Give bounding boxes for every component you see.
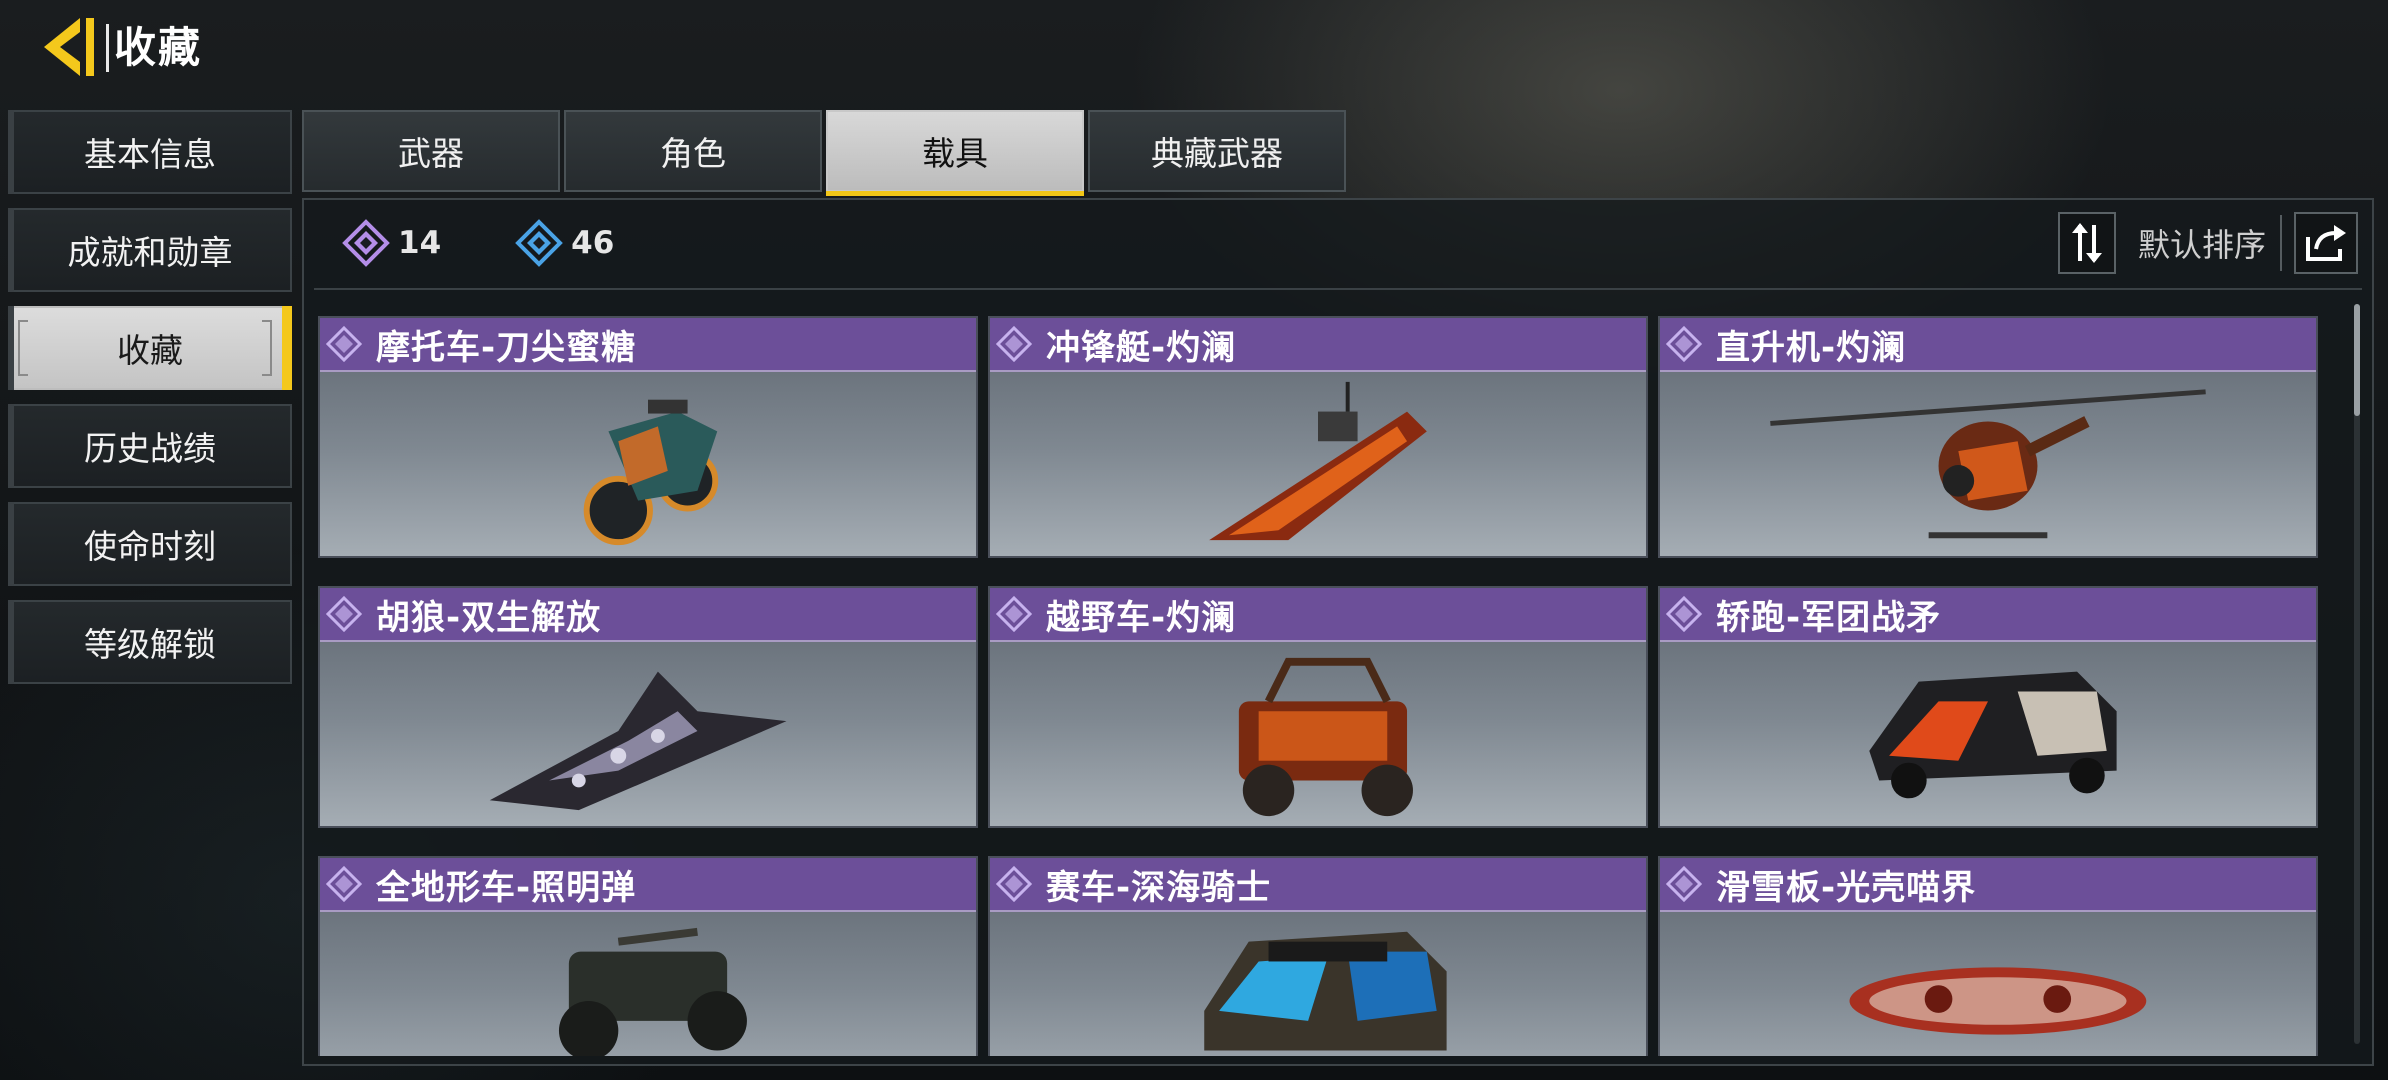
- back-arrow-icon: [44, 18, 94, 76]
- rarity-diamond-icon: [326, 596, 362, 632]
- sports-car-icon: [1660, 642, 2316, 826]
- sidebar-item-label: 成就和勋章: [67, 233, 233, 272]
- sidebar-item-basic-info[interactable]: 基本信息: [8, 110, 292, 194]
- sidebar-item-label: 等级解锁: [84, 625, 216, 664]
- tab-label: 载具: [922, 134, 988, 173]
- share-button[interactable]: [2294, 212, 2358, 274]
- rarity-diamond-icon: [1666, 326, 1702, 362]
- purple-diamond-icon: [342, 219, 390, 267]
- rarity-diamond-icon: [1666, 596, 1702, 632]
- sort-toggle-button[interactable]: [2057, 212, 2116, 274]
- blue-count-value: 46: [571, 225, 615, 261]
- blue-rarity-count: 46: [515, 219, 614, 267]
- selection-bracket-left: [18, 320, 28, 376]
- vehicle-card[interactable]: 轿跑-军团战矛: [1658, 586, 2318, 828]
- vehicle-name: 冲锋艇-灼澜: [1046, 327, 1237, 368]
- vehicle-name: 全地形车-照明弹: [376, 867, 637, 908]
- vehicle-name: 胡狼-双生解放: [376, 597, 602, 638]
- rarity-diamond-icon: [996, 866, 1032, 902]
- card-header: 全地形车-照明弹: [320, 858, 976, 912]
- rarity-diamond-icon: [996, 326, 1032, 362]
- selection-bracket-right: [262, 320, 272, 376]
- share-icon: [2306, 225, 2346, 261]
- atv-icon: [320, 912, 976, 1056]
- helicopter-icon: [1660, 372, 2316, 556]
- tab-vehicles[interactable]: 载具: [826, 110, 1084, 196]
- sidebar-item-level-unlocks[interactable]: 等级解锁: [8, 600, 292, 684]
- sidebar-item-collection[interactable]: 收藏: [8, 306, 292, 390]
- rally-car-icon: [990, 912, 1646, 1056]
- sidebar: 基本信息 成就和勋章 收藏 历史战绩 使命时刻 等级解锁: [8, 110, 292, 698]
- tab-weapons[interactable]: 武器: [302, 110, 560, 192]
- blue-diamond-icon: [515, 219, 563, 267]
- vehicle-card[interactable]: 赛车-深海骑士: [988, 856, 1648, 1056]
- vehicle-name: 赛车-深海骑士: [1046, 867, 1272, 908]
- scrollbar-thumb[interactable]: [2354, 304, 2360, 416]
- tab-legendary-weapons[interactable]: 典藏武器: [1088, 110, 1346, 192]
- card-header: 直升机-灼澜: [1660, 318, 2316, 372]
- card-header: 越野车-灼澜: [990, 588, 1646, 642]
- tab-label: 典藏武器: [1151, 134, 1283, 173]
- sidebar-item-mission-moments[interactable]: 使命时刻: [8, 502, 292, 586]
- card-header: 胡狼-双生解放: [320, 588, 976, 642]
- page-title: 收藏: [114, 23, 203, 72]
- card-header: 滑雪板-光壳喵界: [1660, 858, 2316, 912]
- sidebar-item-achievements[interactable]: 成就和勋章: [8, 208, 292, 292]
- vehicle-grid: 摩托车-刀尖蜜糖 冲锋艇-灼澜 直升机-灼澜 胡狼-双生解放 越野车-灼澜 轿跑…: [318, 316, 2338, 1056]
- vehicle-card[interactable]: 摩托车-刀尖蜜糖: [318, 316, 978, 558]
- card-header: 摩托车-刀尖蜜糖: [320, 318, 976, 372]
- vehicle-card[interactable]: 冲锋艇-灼澜: [988, 316, 1648, 558]
- motorcycle-icon: [320, 372, 976, 556]
- vehicle-card[interactable]: 越野车-灼澜: [988, 586, 1648, 828]
- sort-controls: 默认排序: [2057, 210, 2358, 276]
- rarity-diamond-icon: [326, 866, 362, 902]
- snowboard-icon: [1660, 912, 2316, 1056]
- purple-rarity-count: 14: [342, 219, 441, 267]
- vehicle-card[interactable]: 全地形车-照明弹: [318, 856, 978, 1056]
- vehicle-card[interactable]: 滑雪板-光壳喵界: [1658, 856, 2318, 1056]
- sidebar-item-match-history[interactable]: 历史战绩: [8, 404, 292, 488]
- title-divider: [106, 24, 109, 72]
- vehicle-name: 摩托车-刀尖蜜糖: [376, 327, 637, 368]
- tab-label: 武器: [398, 134, 464, 173]
- vehicle-name: 轿跑-军团战矛: [1716, 597, 1942, 638]
- tab-characters[interactable]: 角色: [564, 110, 822, 192]
- sidebar-item-label: 历史战绩: [84, 429, 216, 468]
- speedboat-icon: [990, 372, 1646, 556]
- collection-panel: 14 46 默认排序 摩托车-刀尖蜜糖 冲锋艇-灼澜 直升机-灼澜 胡狼-双生解…: [302, 198, 2374, 1066]
- vehicle-name: 直升机-灼澜: [1716, 327, 1907, 368]
- vehicle-name: 越野车-灼澜: [1046, 597, 1237, 638]
- tab-label: 角色: [660, 134, 726, 173]
- sort-label[interactable]: 默认排序: [2138, 220, 2266, 266]
- card-header: 冲锋艇-灼澜: [990, 318, 1646, 372]
- rarity-stats: 14 46: [342, 219, 688, 267]
- vehicle-card[interactable]: 胡狼-双生解放: [318, 586, 978, 828]
- purple-count-value: 14: [398, 225, 442, 261]
- panel-divider: [314, 288, 2362, 290]
- card-header: 赛车-深海骑士: [990, 858, 1646, 912]
- sidebar-item-label: 收藏: [117, 331, 183, 370]
- rarity-diamond-icon: [1666, 866, 1702, 902]
- rarity-diamond-icon: [326, 326, 362, 362]
- vehicle-card[interactable]: 直升机-灼澜: [1658, 316, 2318, 558]
- sidebar-item-label: 使命时刻: [84, 527, 216, 566]
- sidebar-item-label: 基本信息: [84, 135, 216, 174]
- rarity-diamond-icon: [996, 596, 1032, 632]
- jet-icon: [320, 642, 976, 826]
- sort-swap-icon: [2071, 223, 2102, 263]
- offroad-buggy-icon: [990, 642, 1646, 826]
- category-tabs: 武器 角色 载具 典藏武器: [302, 110, 1350, 196]
- sort-divider: [2280, 215, 2282, 271]
- card-header: 轿跑-军团战矛: [1660, 588, 2316, 642]
- back-button[interactable]: [40, 14, 112, 80]
- vehicle-name: 滑雪板-光壳喵界: [1716, 867, 1977, 908]
